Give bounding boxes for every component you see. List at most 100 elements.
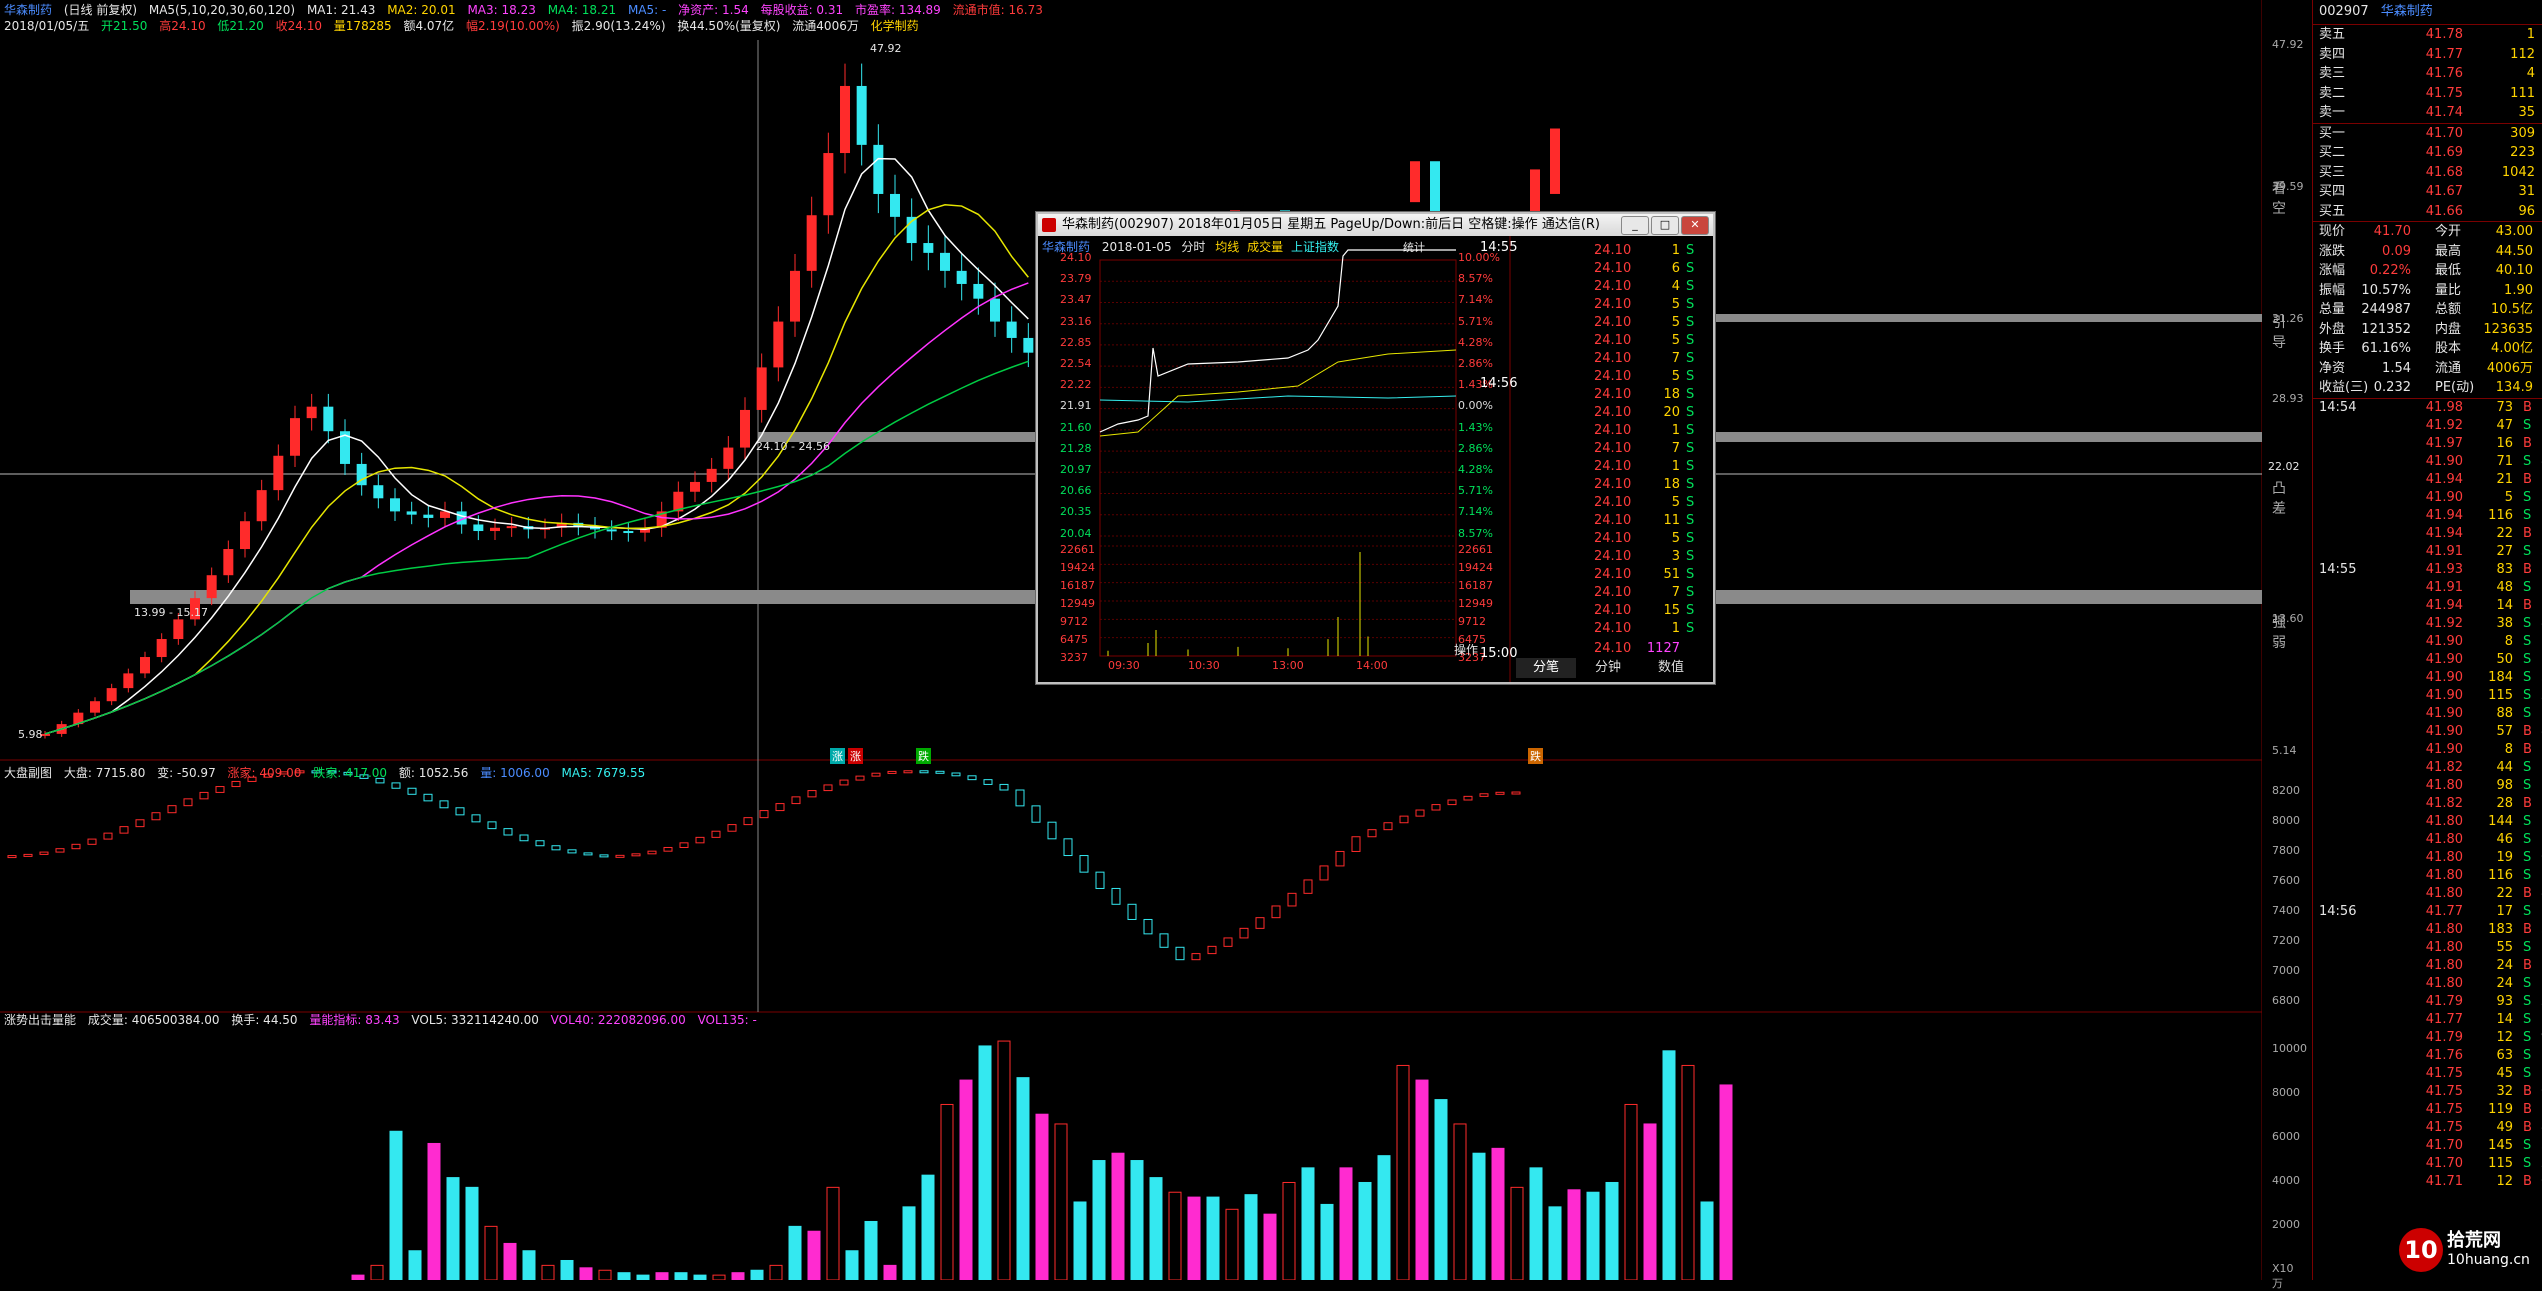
price-candle [273,455,284,491]
maximize-button[interactable]: □ [1651,216,1679,235]
panel2-axis-tick: 7400 [2272,904,2300,917]
quote-panel[interactable]: 002907 华森制药 卖五 41.78 1 卖四 41.77 112 卖三 41.76 4 卖二… [2312,0,2542,1280]
volume-bar [1453,1123,1467,1280]
ask-row[interactable]: 卖五 41.78 1 [2313,25,2542,45]
index-candle [791,796,801,805]
index-candle [1191,953,1201,961]
bar-close: 收24.10 [275,19,322,33]
volume-bar [1624,1103,1638,1280]
popup-list-side: S [1686,621,1695,636]
bid-label: 买二 [2319,145,2346,160]
popup-vol-tick: 9712 [1060,615,1088,628]
price-candle [806,215,817,271]
tick-volume: 55 [2496,939,2513,955]
close-button[interactable]: ✕ [1681,216,1709,235]
tick-side: S [2523,831,2532,847]
stat-label: 今开 [2435,224,2462,239]
tick-row: 14:5641.7717S5 [2313,903,2542,921]
stat-row: 振幅 10.57% 量比 1.90 [2313,281,2542,301]
quote-title[interactable]: 002907 华森制药 [2313,0,2542,25]
popup-titlebar[interactable]: 华森制药(002907) 2018年01月05日 星期五 PageUp/Down… [1038,214,1713,236]
event-badge[interactable]: 跌 [1528,748,1543,764]
popup-list-row: 24.10 7 S [1516,440,1702,458]
tick-side: S [2523,993,2532,1009]
panel2-axis-tick: 7000 [2272,964,2300,977]
index-candle [1255,917,1265,929]
tab-values[interactable]: 数值 [1640,658,1702,678]
tick-side: B [2523,723,2532,739]
popup-list-price: 24.10 [1594,369,1632,384]
tick-volume: 27 [2496,543,2513,559]
tick-side: S [2523,705,2532,721]
ask-row[interactable]: 卖二 41.75 111 [2313,84,2542,104]
stat-label: 最高 [2435,243,2462,259]
tick-volume: 116 [2488,507,2513,523]
popup-list-price: 24.10 [1594,297,1632,312]
tick-side: B [2523,741,2532,757]
volume-bar [1263,1213,1277,1280]
ask-price: 41.76 [2425,66,2463,81]
panel2-axis-tick: 7800 [2272,844,2300,857]
tick-row: 41.8022B8 [2313,885,2542,903]
popup-list-price: 24.10 [1594,423,1632,438]
panel3-axis-tick: 4000 [2272,1174,2300,1187]
tick-volume: 24 [2496,957,2513,973]
bar-amplitude: 振2.90(13.24%) [571,19,666,33]
minimize-button[interactable]: _ [1621,216,1649,235]
tick-price: 41.75 [2425,1083,2463,1099]
ask-row[interactable]: 卖三 41.76 4 [2313,64,2542,84]
price-candle [773,321,784,368]
volume-bar [959,1079,973,1280]
popup-pct-tick: 5.71% [1458,314,1493,328]
stat-row: 外盘 121352 内盘 123635 [2313,320,2542,340]
ask-row[interactable]: 卖一 41.74 35 [2313,103,2542,123]
bid-row[interactable]: 买二 41.69 223 [2313,143,2542,163]
volume-bar [750,1269,764,1280]
tick-volume: 5 [2504,489,2513,505]
bid-row[interactable]: 买三 41.68 1042 [2313,163,2542,183]
tick-price: 41.80 [2425,777,2463,793]
bid-row[interactable]: 买一 41.70 309 [2313,124,2542,144]
tick-row: 41.8046S11 [2313,831,2542,849]
bid-row[interactable]: 买四 41.67 31 [2313,182,2542,202]
index-candle [951,772,961,777]
tick-row: 41.7532B6 [2313,1083,2542,1101]
price-candle [790,270,800,322]
popup-list-side: S [1686,261,1695,276]
tick-price: 41.97 [2425,435,2463,451]
panel2-up-count: 涨家: 409.00 [227,766,302,780]
tick-list[interactable]: 14:5441.9873B1941.9247S1241.9716B1541.90… [2313,399,2542,1191]
volume-bar [1719,1084,1733,1280]
tab-minute[interactable]: 分钟 [1578,658,1638,678]
ask-label: 卖四 [2319,46,2346,62]
bid-row[interactable]: 买五 41.66 96 [2313,202,2542,222]
tick-volume: 49 [2496,1119,2513,1135]
price-candle [1023,337,1034,353]
event-badge[interactable]: 跌 [916,748,931,764]
popup-list-price: 24.10 [1594,405,1632,420]
popup-list-close-row: 24.10 1127 [1516,640,1702,658]
event-badge[interactable]: 涨 [848,748,863,764]
popup-vol-tick: 12949 [1458,597,1493,610]
intraday-popup[interactable]: 华森制药(002907) 2018年01月05日 星期五 PageUp/Down… [1036,212,1715,684]
popup-pct-tick: 8.57% [1458,272,1493,286]
price-candle [956,270,967,284]
volume-bar [1567,1189,1581,1280]
tab-ticks[interactable]: 分笔 [1516,658,1576,678]
tick-side: B [2523,957,2532,973]
tick-price: 41.80 [2425,921,2463,937]
tick-price: 41.80 [2425,939,2463,955]
volume-bar [560,1259,574,1280]
popup-op-label[interactable]: 操作 [1454,644,1478,656]
panel2-down-count: 跌家: 417.00 [313,766,388,780]
popup-tick-list[interactable]: 14:55 14:56 15:00 24.10 1 S 24.10 6 S 24.10 4 S 24.1… [1480,238,1706,660]
event-badge[interactable]: 涨 [830,748,845,764]
tick-row: 41.70115S20 [2313,1155,2542,1173]
range-annotation-low: 13.99 - 15.17 [134,606,208,619]
ask-row[interactable]: 卖四 41.77 112 [2313,45,2542,65]
price-axis-tick: 47.92 [2272,38,2304,51]
tick-side: S [2523,939,2532,955]
price-candle [473,524,484,532]
tick-price: 41.94 [2425,597,2463,613]
bid-price: 41.70 [2425,125,2463,141]
